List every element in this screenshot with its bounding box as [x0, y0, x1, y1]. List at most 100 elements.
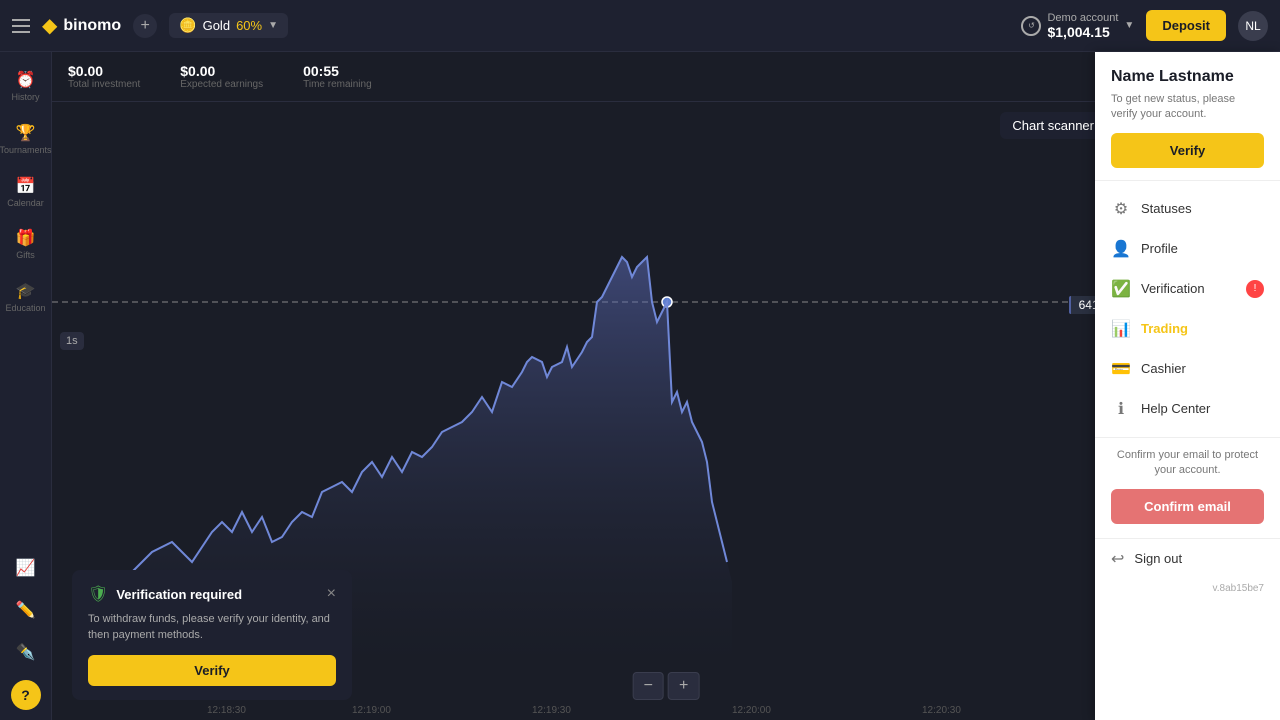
notification-header: 🛡 Verification required × — [88, 584, 336, 604]
stat-total-investment: $0.00 Total investment — [68, 63, 140, 90]
sidebar-item-education-label: Education — [5, 303, 45, 314]
profile-icon: 👤 — [1111, 239, 1131, 259]
sidebar-item-pencil[interactable]: ✒️ — [4, 634, 48, 672]
zoom-controls: − + — [633, 672, 700, 700]
confirm-email-button[interactable]: Confirm email — [1111, 489, 1264, 524]
stat-expected-earnings-label: Expected earnings — [180, 79, 263, 90]
asset-selector[interactable]: 🪙 Gold 60% ▼ — [169, 13, 288, 38]
sign-out-button[interactable]: ↩ Sign out — [1095, 538, 1280, 579]
logo: ◆ binomo — [42, 13, 121, 38]
menu-item-profile[interactable]: 👤 Profile — [1095, 229, 1280, 269]
menu-item-verification[interactable]: ✅ Verification ! — [1095, 269, 1280, 309]
asset-percent: 60% — [236, 18, 262, 33]
stat-time-remaining: 00:55 Time remaining — [303, 63, 372, 90]
verify-subtitle: To get new status, please verify your ac… — [1111, 92, 1264, 123]
asset-name: Gold — [203, 18, 230, 33]
chart-icon: 📈 — [16, 558, 36, 578]
sidebar-item-calendar-label: Calendar — [7, 198, 44, 209]
sidebar-item-gifts[interactable]: 🎁 Gifts — [4, 220, 48, 269]
notification-verify-button[interactable]: Verify — [88, 655, 336, 686]
zoom-in-button[interactable]: + — [668, 672, 699, 700]
tournaments-icon: 🏆 — [16, 123, 36, 143]
time-label-1: 12:19:00 — [352, 705, 391, 716]
chart-scanner-label: Chart scanner — [1012, 118, 1094, 133]
menu-label-help: Help Center — [1141, 401, 1264, 416]
menu-label-profile: Profile — [1141, 241, 1264, 256]
menu-item-cashier[interactable]: 💳 Cashier — [1095, 349, 1280, 389]
menu-section: ⚙ Statuses 👤 Profile ✅ Verification ! 📊 … — [1095, 181, 1280, 437]
help-center-icon: ℹ — [1111, 399, 1131, 419]
verify-button[interactable]: Verify — [1111, 133, 1264, 168]
calendar-icon: 📅 — [16, 176, 36, 196]
notification-close-button[interactable]: × — [327, 585, 336, 603]
zoom-out-button[interactable]: − — [633, 672, 664, 700]
sidebar-item-indicators[interactable]: ✏️ — [4, 592, 48, 630]
stat-expected-earnings-value: $0.00 — [180, 63, 263, 79]
menu-item-help[interactable]: ℹ Help Center — [1095, 389, 1280, 429]
history-icon: ⏰ — [16, 70, 36, 90]
time-label-4: 12:20:30 — [922, 705, 961, 716]
avatar[interactable]: NL — [1238, 11, 1268, 41]
time-label-3: 12:20:00 — [732, 705, 771, 716]
menu-label-trading: Trading — [1141, 321, 1264, 336]
sidebar-item-history-label: History — [11, 92, 39, 103]
demo-account-type: Demo account — [1047, 12, 1118, 24]
education-icon: 🎓 — [16, 281, 36, 301]
email-section: Confirm your email to protect your accou… — [1095, 437, 1280, 534]
user-name: Name Lastname — [1111, 68, 1264, 86]
sidebar-item-calendar[interactable]: 📅 Calendar — [4, 168, 48, 217]
sidebar-item-education[interactable]: 🎓 Education — [4, 273, 48, 322]
verification-icon: ✅ — [1111, 279, 1131, 299]
sidebar-item-chart[interactable]: 📈 — [4, 550, 48, 588]
stat-time-remaining-value: 00:55 — [303, 63, 372, 79]
indicators-icon: ✏️ — [16, 600, 36, 620]
sidebar-item-tournaments-label: Tournaments — [0, 145, 52, 156]
version-label: v.8ab15be7 — [1095, 579, 1280, 598]
menu-icon[interactable] — [12, 19, 30, 33]
notification-title: Verification required — [116, 587, 318, 602]
stat-time-remaining-label: Time remaining — [303, 79, 372, 90]
demo-account[interactable]: ↺ Demo account $1,004.15 ▼ — [1021, 12, 1134, 40]
menu-label-verification: Verification — [1141, 281, 1236, 296]
logo-text: binomo — [63, 17, 121, 35]
time-label-0: 12:18:30 — [207, 705, 246, 716]
sign-out-icon: ↩ — [1111, 549, 1124, 569]
left-sidebar: ⏰ History 🏆 Tournaments 📅 Calendar 🎁 Gif… — [0, 52, 52, 720]
sign-out-label: Sign out — [1134, 551, 1182, 566]
notification-panel: 🛡 Verification required × To withdraw fu… — [72, 570, 352, 700]
stat-total-investment-value: $0.00 — [68, 63, 140, 79]
asset-icon: 🪙 — [179, 17, 196, 34]
menu-item-statuses[interactable]: ⚙ Statuses — [1095, 189, 1280, 229]
gifts-icon: 🎁 — [16, 228, 36, 248]
timeframe-badge[interactable]: 1s — [60, 332, 84, 350]
menu-label-cashier: Cashier — [1141, 361, 1264, 376]
chevron-down-icon: ▼ — [268, 20, 278, 31]
menu-label-statuses: Statuses — [1141, 201, 1264, 216]
add-tab-button[interactable]: + — [133, 14, 157, 38]
sidebar-item-tournaments[interactable]: 🏆 Tournaments — [4, 115, 48, 164]
demo-account-balance: $1,004.15 — [1047, 24, 1118, 40]
right-panel: Name Lastname To get new status, please … — [1095, 52, 1280, 720]
menu-item-trading[interactable]: 📊 Trading — [1095, 309, 1280, 349]
shield-icon: 🛡 — [88, 584, 108, 604]
right-panel-header: Name Lastname To get new status, please … — [1095, 68, 1280, 181]
top-nav: ◆ binomo + 🪙 Gold 60% ▼ ↺ Demo account $… — [0, 0, 1280, 52]
sidebar-item-gifts-label: Gifts — [16, 250, 35, 261]
sidebar-item-history[interactable]: ⏰ History — [4, 62, 48, 111]
chevron-down-icon-account: ▼ — [1124, 20, 1134, 31]
sidebar-bottom: 📈 ✏️ ✒️ ? — [4, 550, 48, 710]
deposit-button[interactable]: Deposit — [1146, 10, 1226, 41]
time-label-2: 12:19:30 — [532, 705, 571, 716]
stat-expected-earnings: $0.00 Expected earnings — [180, 63, 263, 90]
demo-account-icon: ↺ — [1021, 16, 1041, 36]
stat-total-investment-label: Total investment — [68, 79, 140, 90]
email-section-text: Confirm your email to protect your accou… — [1111, 448, 1264, 479]
trading-icon: 📊 — [1111, 319, 1131, 339]
pencil-icon: ✒️ — [16, 642, 36, 662]
help-button[interactable]: ? — [11, 680, 41, 710]
notification-body: To withdraw funds, please verify your id… — [88, 612, 336, 643]
logo-icon: ◆ — [42, 13, 57, 38]
cashier-icon: 💳 — [1111, 359, 1131, 379]
statuses-icon: ⚙ — [1111, 199, 1131, 219]
verification-badge: ! — [1246, 280, 1264, 298]
